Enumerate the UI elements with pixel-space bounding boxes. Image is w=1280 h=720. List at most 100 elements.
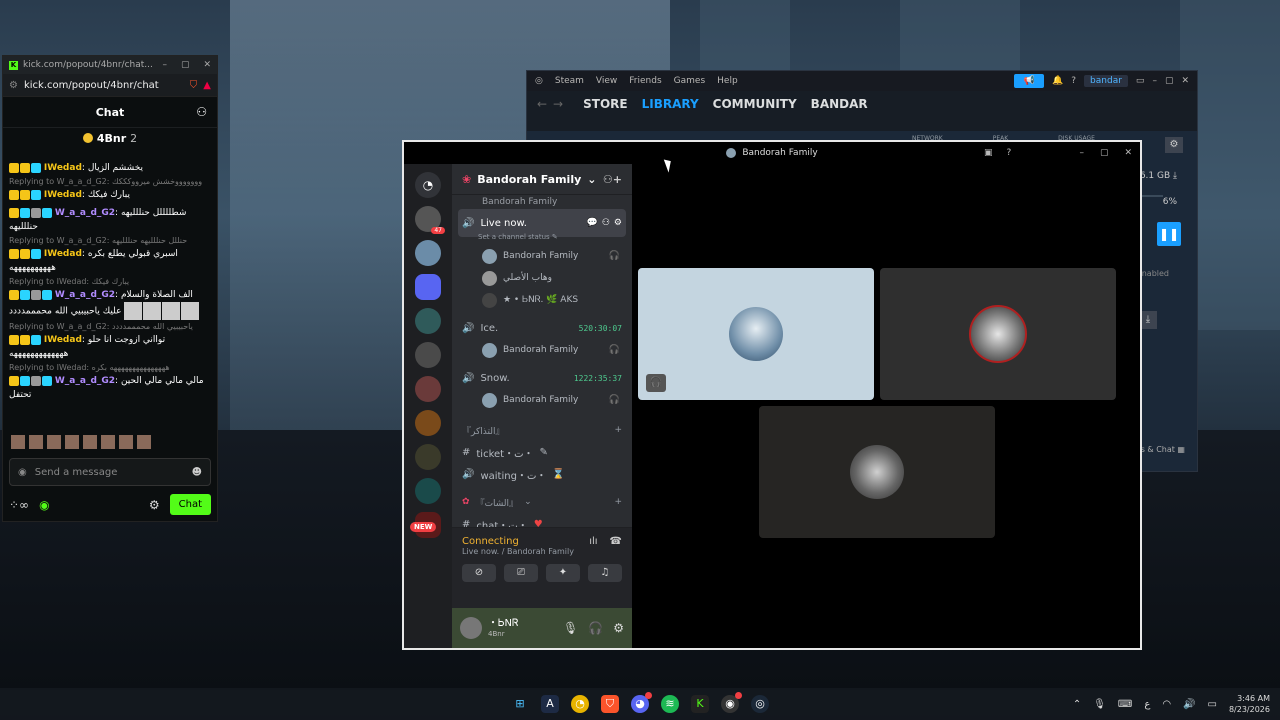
brave-rewards-icon[interactable]: ▲ bbox=[203, 80, 211, 91]
disconnect-icon[interactable]: ☎ bbox=[610, 536, 622, 547]
maximize-icon[interactable]: ▢ bbox=[1100, 148, 1109, 158]
discord-taskbar-icon[interactable]: ◕ bbox=[631, 692, 652, 713]
inbox-icon[interactable]: ▣ bbox=[984, 148, 993, 158]
kick-extensions-icon[interactable]: ⁘∞ bbox=[9, 498, 29, 512]
chat-users-icon[interactable]: ⚇ bbox=[196, 105, 207, 119]
nav-store[interactable]: STORE bbox=[583, 97, 627, 111]
chat-username[interactable]: W_a_a_d_G2 bbox=[55, 290, 115, 300]
nav-bandar[interactable]: BANDAR bbox=[811, 97, 868, 111]
settings-gear-icon[interactable]: ⚙ bbox=[149, 498, 160, 512]
screen-share-icon[interactable]: ⎚ bbox=[504, 564, 538, 582]
app-circle-icon[interactable]: ◉ bbox=[721, 692, 742, 713]
emote-icon[interactable] bbox=[101, 435, 115, 449]
soundboard-icon[interactable]: ♫ bbox=[588, 564, 622, 582]
site-settings-icon[interactable]: ⚙ bbox=[9, 80, 18, 91]
announcement-icon[interactable]: 📢 bbox=[1014, 74, 1045, 88]
close-icon[interactable]: ✕ bbox=[1181, 76, 1189, 86]
server-icon[interactable] bbox=[415, 240, 441, 266]
chat-bubble-icon[interactable]: 💬 bbox=[587, 218, 598, 228]
voice-user[interactable]: Bandorah Family bbox=[452, 195, 632, 209]
server-icon[interactable] bbox=[415, 444, 441, 470]
menu-games[interactable]: Games bbox=[674, 76, 705, 86]
kick-logo-circle-icon[interactable]: ◉ bbox=[39, 498, 49, 512]
send-chat-button[interactable]: Chat bbox=[169, 494, 211, 515]
chat-username[interactable]: IWedad bbox=[44, 335, 82, 345]
invite-people-icon[interactable]: ⚇+ bbox=[603, 173, 622, 186]
add-member-icon[interactable]: ⚇ bbox=[602, 218, 610, 228]
taskbar-clock[interactable]: 3:46 AM 8/23/2026 bbox=[1229, 693, 1270, 715]
spotify-icon[interactable]: ≋ bbox=[661, 695, 679, 713]
participant-tile[interactable] bbox=[759, 406, 995, 538]
category-tickets[interactable]: 『التذاكر』 + bbox=[452, 419, 632, 441]
pause-download-button[interactable]: ❚❚ bbox=[1157, 222, 1181, 246]
menu-steam[interactable]: Steam bbox=[555, 76, 584, 86]
emote-icon[interactable] bbox=[119, 435, 133, 449]
voice-user[interactable]: وهاب الأصلي bbox=[452, 267, 632, 289]
emote-icon[interactable] bbox=[47, 435, 61, 449]
nav-arrows-icon[interactable]: ←→ bbox=[537, 97, 569, 111]
windows-start-icon[interactable]: ⊞ bbox=[511, 695, 529, 713]
menu-friends[interactable]: Friends bbox=[629, 76, 661, 86]
chat-username[interactable]: IWedad bbox=[44, 190, 82, 200]
chat-username[interactable]: IWedad bbox=[44, 249, 82, 259]
server-icon[interactable] bbox=[415, 410, 441, 436]
chat-username[interactable]: W_a_a_d_G2 bbox=[55, 376, 115, 386]
add-channel-icon[interactable]: + bbox=[614, 497, 622, 507]
keyboard-icon[interactable]: ⌨ bbox=[1118, 699, 1132, 710]
server-icon[interactable]: 47 bbox=[415, 206, 445, 234]
nav-library[interactable]: LIBRARY bbox=[642, 97, 699, 111]
headphones-icon[interactable]: 🎧 bbox=[588, 621, 603, 635]
steam-user-menu[interactable]: bandar bbox=[1084, 75, 1128, 87]
voice-user[interactable]: Bandorah Family 🎧 bbox=[452, 245, 632, 267]
emote-icon[interactable] bbox=[137, 435, 151, 449]
voice-channel-snow[interactable]: 🔊 Snow. 1222:35:37 bbox=[452, 367, 632, 389]
emote-icon[interactable] bbox=[29, 435, 43, 449]
battery-icon[interactable]: ▭ bbox=[1208, 699, 1217, 710]
nav-community[interactable]: COMMUNITY bbox=[713, 97, 797, 111]
maximize-icon[interactable]: ▢ bbox=[1165, 76, 1174, 86]
server-icon[interactable] bbox=[415, 478, 441, 504]
pinned-user[interactable]: 4Bnr 2 bbox=[3, 128, 217, 148]
help-icon[interactable]: ? bbox=[1071, 76, 1076, 86]
voice-user[interactable]: Bandorah Family 🎧 bbox=[452, 389, 632, 411]
add-channel-icon[interactable]: + bbox=[614, 425, 622, 435]
minimize-icon[interactable]: – bbox=[1152, 76, 1157, 86]
voice-channel-waiting[interactable]: 🔊 waiting・ت・ ⌛ bbox=[452, 463, 632, 485]
server-icon[interactable] bbox=[415, 274, 441, 300]
server-icon[interactable] bbox=[415, 342, 441, 368]
language-indicator[interactable]: ع bbox=[1144, 699, 1150, 710]
menu-view[interactable]: View bbox=[596, 76, 617, 86]
chat-username[interactable]: W_a_a_d_G2 bbox=[55, 208, 115, 218]
minimize-icon[interactable]: – bbox=[1079, 148, 1084, 158]
kick-address-bar[interactable]: ⚙ kick.com/popout/4bnr/chat ⛉ ▲ bbox=[3, 74, 217, 97]
chevron-up-icon[interactable]: ⌃ bbox=[1073, 699, 1081, 710]
emote-icon[interactable] bbox=[83, 435, 97, 449]
maximize-icon[interactable]: ▢ bbox=[181, 60, 190, 70]
camera-off-icon[interactable]: ⊘ bbox=[462, 564, 496, 582]
download-settings-icon[interactable]: ⚙ bbox=[1165, 137, 1183, 153]
channel-status[interactable]: Set a channel status ✎ bbox=[452, 233, 632, 245]
steam-taskbar-icon[interactable]: ◎ bbox=[751, 695, 769, 713]
kick-taskbar-icon[interactable]: K bbox=[691, 695, 709, 713]
server-header[interactable]: ❀ Bandorah Family ⌄ ⚇+ bbox=[452, 164, 632, 195]
voice-user[interactable]: ★ • ᏏNᏒ. 🌿 AKS bbox=[452, 289, 632, 311]
help-icon[interactable]: ? bbox=[1007, 148, 1012, 158]
notification-bell-icon[interactable]: 🔔 bbox=[1052, 76, 1063, 86]
emoji-picker-icon[interactable]: ☻ bbox=[192, 467, 202, 478]
activities-icon[interactable]: ✦ bbox=[546, 564, 580, 582]
close-icon[interactable]: ✕ bbox=[1124, 148, 1132, 158]
microphone-icon[interactable]: 🎙 bbox=[563, 621, 578, 635]
emote-icon[interactable] bbox=[11, 435, 25, 449]
avatar[interactable] bbox=[460, 617, 482, 639]
settings-gear-icon[interactable]: ⚙ bbox=[614, 218, 622, 228]
voice-location[interactable]: Live now. / Bandorah Family bbox=[452, 547, 632, 556]
app-yellow-icon[interactable]: ◔ bbox=[571, 695, 589, 713]
microphone-icon[interactable]: 🎙 bbox=[1093, 699, 1106, 710]
wifi-icon[interactable]: ◠ bbox=[1162, 699, 1171, 710]
brave-shield-icon[interactable]: ⛉ bbox=[190, 80, 198, 91]
server-icon[interactable] bbox=[415, 376, 441, 402]
chat-username[interactable]: IWedad bbox=[44, 163, 82, 173]
direct-messages-icon[interactable]: ◔ bbox=[415, 172, 441, 198]
voice-user[interactable]: Bandorah Family 🎧 bbox=[452, 339, 632, 361]
chat-message-input[interactable]: ◉ Send a message ☻ bbox=[9, 458, 211, 486]
